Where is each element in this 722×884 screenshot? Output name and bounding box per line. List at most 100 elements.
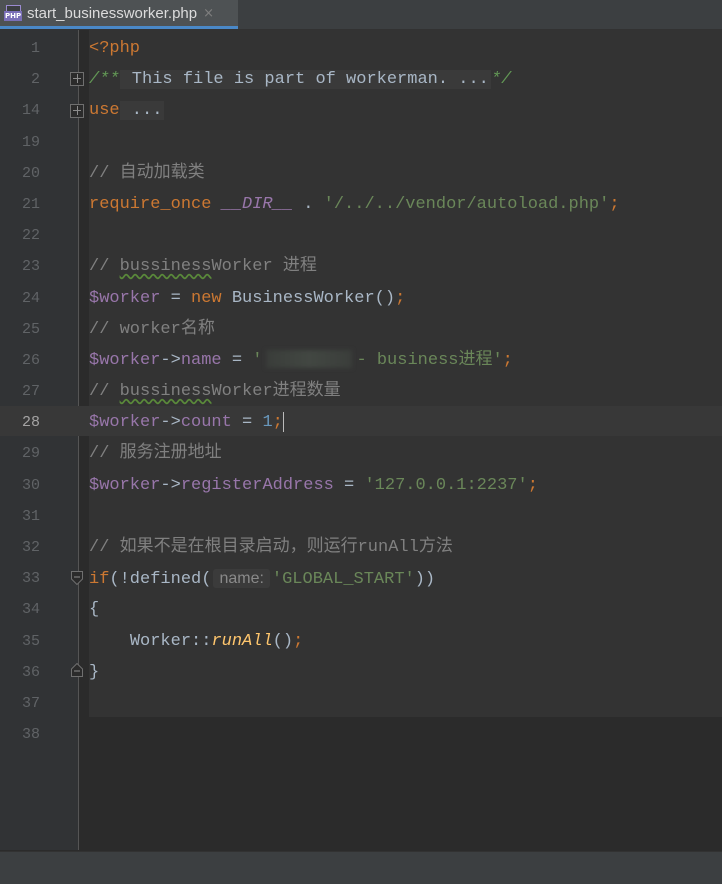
line-number: 31: [21, 507, 40, 525]
close-icon[interactable]: ×: [203, 6, 214, 21]
code-line: if(!defined(name: 'GLOBAL_START')): [89, 563, 620, 594]
code-area[interactable]: <?php /** This file is part of workerman…: [89, 33, 620, 750]
line-number: 20: [21, 164, 40, 182]
string-literal: '/../../vendor/autoload.php': [323, 194, 610, 214]
line-number: 23: [21, 258, 40, 276]
semicolon: ;: [527, 475, 538, 495]
text-caret: [282, 411, 284, 432]
line-number: 22: [21, 227, 40, 245]
code-line: // worker名称: [89, 314, 620, 345]
code-line: // bussinessWorker 进程: [89, 251, 620, 282]
semicolon: ;: [502, 350, 513, 370]
line-number: 1: [30, 40, 40, 57]
brace-close: }: [89, 662, 100, 682]
line-number: 24: [21, 289, 40, 307]
expand-fold-icon[interactable]: [70, 104, 84, 118]
code-line: $worker = new BusinessWorker();: [89, 283, 620, 314]
editor-tab-bar: PHP start_businessworker.php ×: [0, 0, 722, 30]
line-number: 14: [21, 102, 40, 120]
php-icon-label: PHP: [4, 11, 23, 21]
typo-word: bussiness: [119, 382, 212, 402]
code-editor[interactable]: 1 2 14 19 20 21 22 23 24 25 26 27 28 29 …: [0, 30, 722, 850]
line-number: 21: [21, 195, 40, 213]
arrow-operator: ->: [160, 475, 181, 495]
code-line: // 如果不是在根目录启动，则运行runAll方法: [89, 532, 620, 563]
call-open: (!defined(: [109, 570, 212, 590]
active-tab-indicator: [0, 26, 238, 29]
redacted-text: [266, 350, 353, 369]
dir-constant: __DIR__: [221, 194, 294, 214]
line-number: 34: [21, 601, 40, 619]
expand-fold-icon[interactable]: [70, 72, 84, 86]
line-number: 36: [21, 663, 40, 681]
typo-word: bussiness: [119, 257, 212, 277]
assign-operator: =: [221, 350, 253, 370]
doc-comment-open: /**: [89, 70, 120, 90]
string-literal: 'GLOBAL_START': [271, 570, 415, 590]
tab-title[interactable]: start_businessworker.php: [27, 5, 197, 22]
property: registerAddress: [180, 475, 334, 495]
property: count: [180, 413, 232, 433]
assign-operator: =: [231, 413, 263, 433]
string-literal: '127.0.0.1:2237': [364, 475, 528, 495]
class-call: BusinessWorker(): [221, 288, 396, 308]
line-number: 26: [21, 351, 40, 369]
number-literal: 1: [262, 413, 273, 433]
code-line: }: [89, 657, 620, 688]
comment: Worker进程数量: [211, 382, 341, 402]
semicolon: ;: [395, 288, 406, 308]
property: name: [180, 350, 222, 370]
file-tab[interactable]: PHP start_businessworker.php ×: [0, 0, 238, 26]
code-line: {: [89, 594, 620, 625]
concat-operator: .: [293, 194, 324, 214]
code-line-current: $worker->count = 1;: [89, 407, 620, 438]
folded-doc-comment[interactable]: This file is part of workerman. ...: [119, 70, 491, 90]
line-numbers: 1 2 14 19 20 21 22 23 24 25 26 27 28 29 …: [0, 33, 40, 750]
arrow-operator: ->: [160, 413, 181, 433]
brace-open: {: [89, 600, 100, 620]
if-keyword: if: [89, 570, 110, 590]
line-number: 35: [21, 632, 40, 650]
folded-use-block[interactable]: ...: [119, 101, 165, 121]
code-line: $worker->name = ' - business进程';: [89, 345, 620, 376]
line-number: 37: [21, 694, 40, 712]
line-number: 29: [21, 445, 40, 463]
variable: $worker: [89, 288, 161, 308]
php-open-tag: <?php: [89, 39, 141, 58]
string-literal: - business进程': [356, 350, 503, 370]
line-number: 33: [21, 570, 40, 588]
php-file-icon: PHP: [4, 5, 24, 21]
string-quote: ': [252, 350, 263, 370]
semicolon: ;: [609, 194, 620, 214]
code-line: // 服务注册地址: [89, 438, 620, 469]
code-line: Worker::runAll();: [89, 626, 620, 657]
variable: $worker: [89, 475, 161, 495]
variable: $worker: [89, 350, 161, 370]
code-line: /** This file is part of workerman. ... *…: [89, 64, 620, 95]
line-number: 2: [30, 71, 40, 89]
code-line: // 自动加载类: [89, 158, 620, 189]
assign-operator: =: [333, 475, 365, 495]
line-number: 30: [21, 476, 40, 494]
fold-end-icon[interactable]: [71, 663, 83, 677]
line-number: 38: [21, 726, 40, 744]
assign-operator: =: [160, 288, 192, 308]
comment: // 服务注册地址: [89, 444, 222, 464]
line-number-current: 28: [21, 414, 40, 432]
code-line: $worker->registerAddress = '127.0.0.1:22…: [89, 470, 620, 501]
variable: $worker: [89, 413, 161, 433]
comment: // 自动加载类: [89, 163, 205, 183]
call-parens: (): [272, 631, 294, 651]
comment: // 如果不是在根目录启动，则运行runAll方法: [89, 538, 453, 557]
code-line: // bussinessWorker进程数量: [89, 376, 620, 407]
code-line: <?php: [89, 33, 620, 64]
arrow-operator: ->: [160, 350, 181, 370]
comment-prefix: //: [89, 382, 120, 402]
use-keyword: use: [89, 101, 120, 121]
code-line: use ...: [89, 95, 620, 126]
static-method: runAll: [211, 631, 273, 651]
collapse-fold-icon[interactable]: [71, 571, 83, 585]
